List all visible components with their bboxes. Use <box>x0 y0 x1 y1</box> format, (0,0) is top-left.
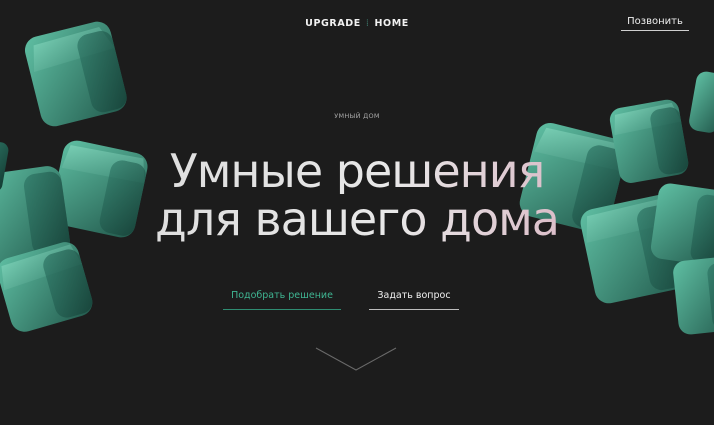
brand-logo[interactable]: UPGRADE ⁞ HOME <box>0 18 714 29</box>
hero-title-line-1: Умные решения <box>0 148 714 194</box>
logo-text-left: UPGRADE <box>305 18 361 29</box>
logo-text-right: HOME <box>374 18 409 29</box>
hero-eyebrow: УМНЫЙ ДОМ <box>334 112 380 120</box>
cube-icon <box>689 71 714 133</box>
call-button[interactable]: Позвонить <box>621 16 689 31</box>
pick-solution-button[interactable]: Подобрать решение <box>223 290 341 310</box>
hero-title-line-2: для вашего дома <box>0 196 714 242</box>
ask-question-button[interactable]: Задать вопрос <box>369 290 459 310</box>
cube-icon <box>673 256 714 335</box>
hero-section: UPGRADE ⁞ HOME Позвонить УМНЫЙ ДОМ Умные р… <box>0 0 714 425</box>
chevron-down-icon[interactable] <box>314 346 398 374</box>
logo-separator: ⁞ <box>365 18 370 29</box>
